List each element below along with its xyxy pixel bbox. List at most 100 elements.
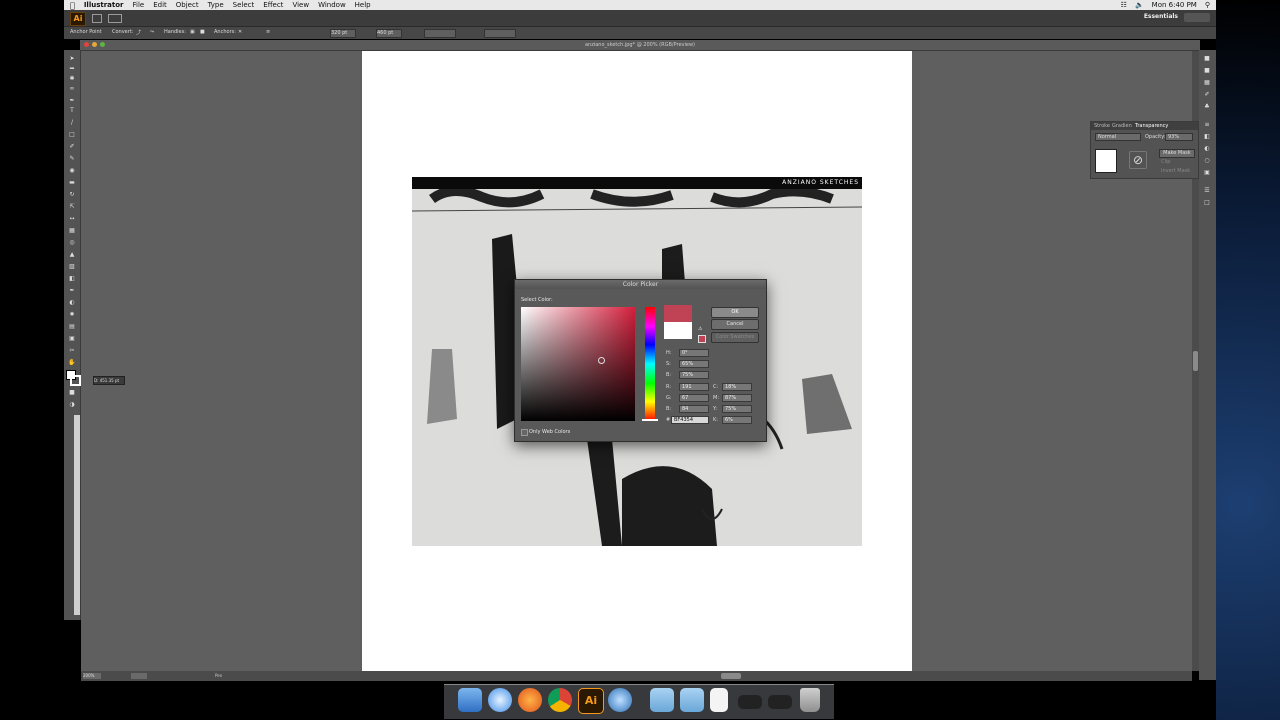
zoom-level-field[interactable]: 200% (83, 673, 101, 679)
artboard-tool-icon[interactable]: ▣ (68, 336, 76, 342)
y-field[interactable]: 460 pt (376, 29, 402, 38)
gradient-panel-icon[interactable]: ◧ (1203, 134, 1211, 140)
original-color-swatch[interactable] (664, 322, 692, 339)
draw-mode-icon[interactable]: ◑ (68, 402, 76, 408)
height-field[interactable] (484, 29, 516, 38)
spotlight-icon[interactable]: ⚲ (1205, 1, 1210, 9)
y-field[interactable]: 75% (722, 405, 752, 413)
hue-slider-handle[interactable] (642, 419, 658, 421)
hex-field[interactable]: BF4354 (671, 416, 709, 424)
zoom-icon[interactable] (100, 42, 105, 47)
menu-app-name[interactable]: Illustrator (84, 1, 124, 9)
color-mode-icon[interactable]: ■ (68, 390, 76, 396)
blue-field[interactable]: 84 (679, 405, 709, 413)
width-field[interactable] (424, 29, 456, 38)
graphic-styles-panel-icon[interactable]: ▣ (1203, 170, 1211, 176)
stroke-panel-icon[interactable]: ≡ (1203, 122, 1211, 128)
stroke-swatch[interactable] (70, 375, 81, 386)
search-input[interactable] (1184, 13, 1210, 22)
menu-effect[interactable]: Effect (263, 1, 283, 9)
out-of-gamut-warning-icon[interactable]: ⚠ (698, 326, 704, 332)
blend-tool-icon[interactable]: ◐ (68, 300, 76, 306)
firefox-icon[interactable] (518, 688, 542, 712)
direct-selection-tool-icon[interactable]: ➥ (68, 66, 76, 72)
menubar-clock[interactable]: Mon 6:40 PM (1152, 1, 1197, 9)
color-swatches-button[interactable]: Color Swatches (711, 332, 759, 343)
symbols-panel-icon[interactable]: ♣ (1203, 104, 1211, 110)
tab-gradient[interactable]: Gradien (1112, 123, 1132, 129)
wifi-icon[interactable]: ☷ (1121, 1, 1127, 9)
paintbrush-tool-icon[interactable]: ✐ (68, 144, 76, 150)
horizontal-scroll-thumb[interactable] (721, 673, 741, 679)
menu-view[interactable]: View (292, 1, 309, 9)
rotate-tool-icon[interactable]: ↻ (68, 192, 76, 198)
shape-builder-tool-icon[interactable]: ◎ (68, 240, 76, 246)
vertical-scroll-thumb[interactable] (1193, 351, 1198, 371)
menu-edit[interactable]: Edit (153, 1, 167, 9)
align-icon[interactable]: ≡ (266, 29, 270, 35)
magic-wand-tool-icon[interactable]: ✱ (68, 76, 76, 82)
workspace-switcher[interactable]: Essentials (1144, 13, 1178, 20)
pen-tool-icon[interactable]: ✒ (68, 98, 76, 104)
selection-tool-icon[interactable]: ➤ (68, 56, 76, 62)
free-transform-tool-icon[interactable]: ▦ (68, 228, 76, 234)
illustrator-icon[interactable]: Ai (578, 688, 604, 714)
convert-corner-icon[interactable]: ⤴ (136, 29, 141, 36)
b-field[interactable]: 75% (679, 371, 709, 379)
menu-window[interactable]: Window (318, 1, 346, 9)
width-tool-icon[interactable]: ↔ (68, 216, 76, 222)
ok-button[interactable]: OK (711, 307, 759, 318)
pencil-tool-icon[interactable]: ✎ (68, 156, 76, 162)
hide-handles-icon[interactable]: ■ (200, 29, 205, 35)
bridge-icon[interactable] (92, 14, 102, 23)
volume-icon[interactable]: 🔈 (1135, 1, 1144, 9)
terminal-icon-2[interactable] (768, 695, 792, 709)
lasso-tool-icon[interactable]: ∞ (68, 86, 76, 92)
opacity-field[interactable]: 93% (1165, 133, 1193, 141)
artboards-panel-icon[interactable]: □ (1203, 200, 1211, 206)
blob-brush-tool-icon[interactable]: ◉ (68, 168, 76, 174)
graph-tool-icon[interactable]: ▤ (68, 324, 76, 330)
x-field[interactable]: 320 pt (330, 29, 356, 38)
document-icon[interactable] (710, 688, 728, 712)
finder-icon[interactable] (458, 688, 482, 712)
brushes-panel-icon[interactable]: ✐ (1203, 92, 1211, 98)
transparency-panel-icon[interactable]: ◐ (1203, 146, 1211, 152)
menu-type[interactable]: Type (208, 1, 224, 9)
line-tool-icon[interactable]: / (68, 120, 76, 126)
symbol-sprayer-tool-icon[interactable]: ✸ (68, 312, 76, 318)
r-field[interactable]: 191 (679, 383, 709, 391)
slice-tool-icon[interactable]: ✂ (68, 348, 76, 354)
hand-tool-icon[interactable]: ✋ (68, 360, 76, 366)
chrome-icon[interactable] (548, 688, 572, 712)
color-guide-icon[interactable]: ■ (1203, 68, 1211, 74)
invert-mask-checkbox[interactable]: Invert Mask (1161, 168, 1190, 174)
apple-icon[interactable]:  (70, 1, 75, 10)
perspective-grid-tool-icon[interactable]: ▲ (68, 252, 76, 258)
hue-slider[interactable] (642, 307, 658, 421)
eraser-tool-icon[interactable]: ▬ (68, 180, 76, 186)
rectangle-tool-icon[interactable]: □ (68, 132, 76, 138)
convert-smooth-icon[interactable]: ⤳ (150, 29, 154, 35)
menu-help[interactable]: Help (355, 1, 371, 9)
minimize-icon[interactable] (92, 42, 97, 47)
make-mask-button[interactable]: Make Mask (1159, 149, 1195, 158)
quicktime-icon[interactable] (608, 688, 632, 712)
close-icon[interactable] (84, 42, 89, 47)
clip-checkbox[interactable]: Clip (1161, 159, 1170, 165)
safari-icon[interactable] (488, 688, 512, 712)
gradient-tool-icon[interactable]: ◧ (68, 276, 76, 282)
color-field[interactable] (521, 307, 635, 421)
folder-icon[interactable] (650, 688, 674, 712)
swatches-panel-icon[interactable]: ▦ (1203, 80, 1211, 86)
only-web-colors-checkbox[interactable] (521, 429, 528, 436)
arrange-documents-icon[interactable] (108, 14, 122, 23)
cancel-button[interactable]: Cancel (711, 319, 759, 330)
color-panel-icon[interactable]: ■ (1203, 56, 1211, 62)
k-field[interactable]: 6% (722, 416, 752, 424)
menu-file[interactable]: File (133, 1, 145, 9)
horizontal-scrollbar[interactable]: 200% Pen (81, 671, 1192, 681)
web-safe-swatch[interactable] (698, 335, 706, 343)
h-field[interactable]: 0° (679, 349, 709, 357)
artboard-nav-field[interactable] (131, 673, 147, 679)
